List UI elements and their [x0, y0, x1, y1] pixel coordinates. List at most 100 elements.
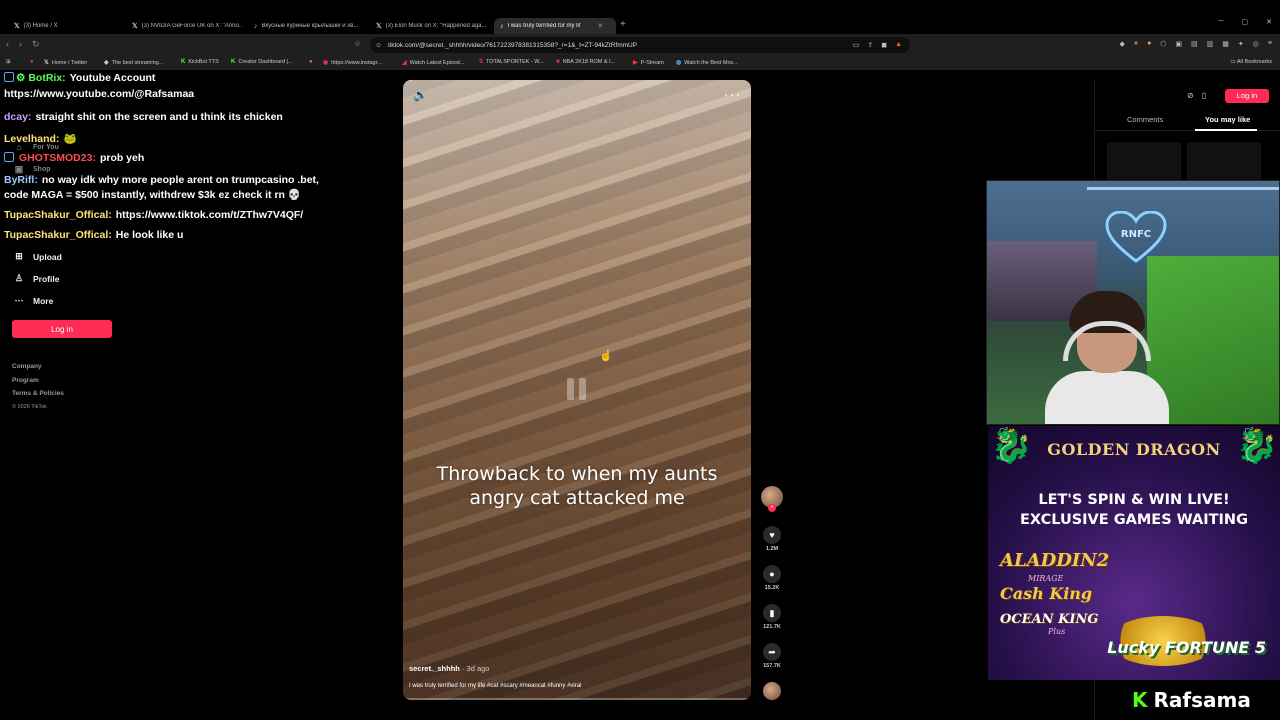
chat-message: ⚙ BotRix: Youtube Account	[4, 72, 155, 84]
like-button[interactable]: ♥ 1.2M	[760, 526, 784, 552]
vpn-icon[interactable]: ◎	[1253, 40, 1259, 48]
bookmark[interactable]: S TOTALSPORTEK - W...	[479, 59, 544, 65]
p-stream-icon: ▶	[633, 60, 638, 66]
address-bar[interactable]: ⊙ tiktok.com/@secret._shhhh/video/761722…	[370, 37, 910, 53]
ai-icon[interactable]: ✦	[1238, 40, 1244, 48]
bookmark[interactable]: 𝕏 Home / Twitter	[44, 59, 87, 67]
comment-button[interactable]: ● 15.2K	[760, 565, 784, 591]
more-dots-icon: ⋯	[14, 295, 24, 305]
bookmark[interactable]: ▶ P-Stream	[633, 59, 664, 67]
bookmark[interactable]: K KickBot TTS	[181, 59, 219, 65]
reload-icon[interactable]: ↻	[32, 39, 40, 50]
bookmark[interactable]: ◆ The best streaming...	[104, 59, 163, 67]
ad-brand-logo: GOLDEN DRAGON	[1047, 440, 1221, 459]
bookmark[interactable]: ◉ https://www.instagr...	[323, 59, 382, 67]
extension-icon[interactable]: ⬡	[1160, 40, 1166, 48]
sound-avatar[interactable]	[760, 682, 784, 700]
brave-shield-icon[interactable]: ▲	[895, 41, 902, 49]
site-info-icon[interactable]: ⊙	[376, 42, 381, 49]
header-icons: ⊘ ▯	[1187, 91, 1206, 100]
sidebar-icon[interactable]: ▥	[1207, 40, 1214, 48]
footer-link-company[interactable]: Company	[12, 360, 64, 374]
sidebar-item-more[interactable]: ⋯ More	[14, 295, 54, 306]
suggested-video-thumbnail[interactable]	[1107, 142, 1181, 182]
phone-icon[interactable]: ▯	[1202, 91, 1206, 100]
nav-buttons: ‹ › ↻	[6, 39, 40, 50]
volume-icon[interactable]: 🔈	[413, 88, 428, 102]
tiktok-sidebar: ⌂ For You ▣ Shop ⊞ Upload ♙ Profile ⋯ Mo…	[0, 70, 170, 720]
extension-icon[interactable]: ▣	[1175, 40, 1182, 48]
close-window-icon[interactable]: ✕	[1266, 18, 1272, 26]
wallet-icon[interactable]: ▦	[1222, 40, 1229, 48]
follow-plus-icon[interactable]: +	[768, 504, 776, 512]
bookmark[interactable]: ■ NBA 2K18 ROM & I...	[556, 59, 615, 65]
bookmark[interactable]: ●	[30, 59, 34, 65]
video-player[interactable]: 🔈 ··· Throwback to when my aunts angry c…	[403, 80, 751, 700]
browser-tab-active[interactable]: ♪ I was truly terrified for my lif ✕	[494, 18, 616, 34]
pause-icon[interactable]	[567, 378, 586, 400]
footer-link-terms[interactable]: Terms & Policies	[12, 387, 64, 401]
login-button[interactable]: Log in	[12, 320, 112, 338]
close-tab-icon[interactable]: ✕	[598, 22, 604, 30]
tab-comments[interactable]: Comments	[1127, 115, 1163, 124]
bookmark[interactable]: ◍ Watch the Best Mov...	[676, 59, 737, 67]
back-icon[interactable]: ‹	[6, 39, 9, 50]
bookmark[interactable]: ●	[309, 59, 313, 65]
browser-tab[interactable]: 𝕏 (3) NVIDIA GeForce UK on X: "Anno...	[126, 18, 248, 34]
browser-tab[interactable]: 𝕏 (3) Home / X	[8, 18, 126, 34]
footer-link-program[interactable]: Program	[12, 374, 64, 388]
chat-username: TupacShakur_Offical:	[4, 209, 112, 221]
video-caption-overlay: Throwback to when my aunts angry cat att…	[436, 463, 718, 509]
creator-avatar[interactable]: +	[760, 486, 784, 512]
menu-icon[interactable]: ≡	[1268, 40, 1272, 48]
chat-text: prob yeh	[99, 152, 145, 164]
new-tab-icon[interactable]: +	[620, 19, 626, 30]
cast-icon[interactable]: ▭	[853, 41, 860, 49]
forward-icon[interactable]: ›	[19, 39, 22, 50]
chat-text: https://www.tiktok.com/t/ZThw7V4QF/	[115, 209, 304, 221]
extension-icon[interactable]: ●	[1134, 40, 1138, 48]
suggested-video-thumbnail[interactable]	[1187, 142, 1261, 182]
ad-game-subtitle: MIRAGE	[1028, 574, 1064, 583]
x-logo-icon: 𝕏	[132, 23, 138, 30]
extension-icon[interactable]: ◼	[881, 41, 887, 49]
omnibox-icons: ▭ ⇪ ◼ ▲	[853, 41, 902, 49]
browser-tab[interactable]: ♪ Вкусные куриные крылышки и хв...	[248, 18, 370, 34]
browser-tab[interactable]: 𝕏 (3) Elon Musk on X: "Happened aga...	[370, 18, 492, 34]
x-logo-icon: 𝕏	[14, 23, 20, 30]
bookmark[interactable]: K Creator Dashboard |...	[231, 59, 293, 65]
window-controls: ─ ▢ ✕	[1219, 18, 1272, 26]
bookmarks-icon[interactable]: ▤	[1191, 40, 1198, 48]
chat-username: dcay:	[4, 111, 32, 123]
profile-icon: ♙	[14, 273, 24, 283]
minimize-icon[interactable]: ─	[1219, 18, 1224, 26]
ad-game-subtitle: Plus	[1048, 627, 1066, 636]
like-count: 1.2M	[765, 546, 779, 552]
compass-icon[interactable]: ⊘	[1187, 91, 1194, 100]
comment-icon: ●	[763, 565, 781, 583]
more-options-icon[interactable]: ···	[724, 86, 741, 102]
verified-badge-icon	[4, 152, 14, 162]
video-progress-bar[interactable]	[403, 698, 751, 700]
bookmark-star-icon[interactable]: ☆	[354, 39, 361, 48]
bookmark[interactable]: ◢ Watch Latest Episod...	[402, 59, 464, 67]
share-icon[interactable]: ⇪	[867, 41, 873, 49]
kick-logo-icon: K	[1132, 688, 1148, 712]
extension-icon[interactable]: ◆	[1119, 40, 1124, 48]
sidebar-item-profile[interactable]: ♙ Profile	[14, 273, 60, 284]
tiktok-logo-icon: ♪	[500, 22, 504, 30]
tab-you-may-like[interactable]: You may like	[1205, 115, 1250, 124]
all-bookmarks[interactable]: ▭ All Bookmarks	[1230, 59, 1272, 65]
sidebar-item-upload[interactable]: ⊞ Upload	[14, 251, 62, 262]
youtube-icon: ●	[30, 59, 34, 65]
save-button[interactable]: ▮ 121.7K	[760, 604, 784, 630]
maximize-icon[interactable]: ▢	[1242, 18, 1249, 26]
apps-icon[interactable]: ⊞	[6, 59, 11, 65]
header-login-button[interactable]: Log in	[1225, 89, 1269, 103]
chat-username: Levelhand:	[4, 133, 60, 145]
video-author[interactable]: secret._shhhh · 3d ago	[409, 664, 489, 673]
share-button[interactable]: ➦ 157.7K	[760, 643, 784, 669]
chat-text: Youtube Account	[69, 72, 156, 84]
emote-icon: 🐸	[63, 133, 77, 145]
extension-icon[interactable]: ●	[1147, 40, 1151, 48]
